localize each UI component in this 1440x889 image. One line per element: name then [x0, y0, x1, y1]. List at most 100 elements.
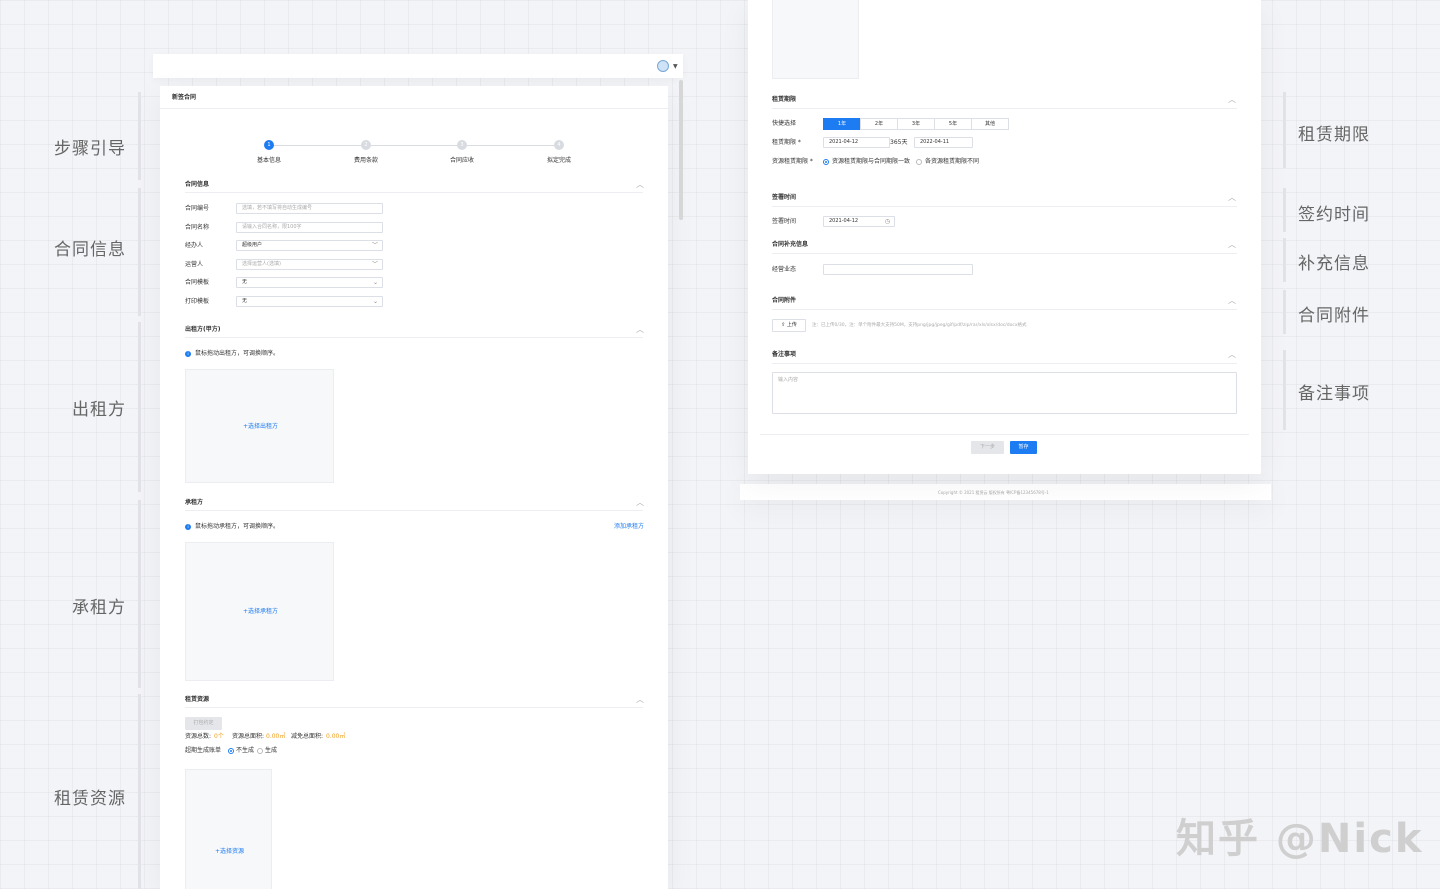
label-lessor: 出租方 [72, 400, 126, 420]
right-guide-line-4 [1283, 290, 1286, 334]
quick-option-3y[interactable]: 3年 [897, 118, 935, 130]
label-signing-time: 签约时间 [1298, 205, 1370, 225]
label-remarks: 备注事项 [1298, 384, 1370, 404]
watermark-text: 知乎 @Nick [1176, 816, 1424, 862]
chevron-down-icon: ﹀ [371, 242, 378, 249]
collapse-chevron-icon[interactable]: ︿ [1228, 94, 1236, 105]
resource-period-diff-radio[interactable] [916, 159, 922, 165]
right-guide-line-3 [1283, 238, 1286, 282]
resource-area-label: 资源总面积: [232, 733, 265, 740]
collapse-chevron-icon[interactable]: ︿ [1228, 192, 1236, 203]
label-step-guide: 步骤引导 [54, 139, 126, 159]
add-lessee-link[interactable]: 添加承租方 [614, 523, 644, 531]
step-3-dot[interactable]: 3 [457, 140, 467, 150]
pack-agreement-button[interactable]: 打包约定 [185, 717, 222, 730]
collapse-chevron-icon[interactable]: ︿ [636, 497, 644, 508]
section-divider [185, 337, 643, 338]
print-template-select[interactable]: 无 ⌄ [236, 296, 383, 307]
step-connector [467, 145, 554, 146]
quick-option-other[interactable]: 其他 [971, 118, 1009, 130]
section-divider [185, 192, 643, 193]
quick-option-2y[interactable]: 2年 [860, 118, 898, 130]
form-panel-right: 租赁期限 ︿ 快捷选择 1年 2年 3年 5年 其他 租赁期限 * 2021-0… [748, 0, 1261, 474]
chevron-down-icon: ⌄ [372, 279, 378, 286]
section-divider [772, 206, 1237, 207]
label-contract-info: 合同信息 [54, 240, 126, 260]
contract-template-select[interactable]: 无 ⌄ [236, 277, 383, 288]
remarks-textarea[interactable]: 输入内容 [772, 372, 1237, 414]
next-step-button[interactable]: 下一步 [971, 441, 1004, 454]
page-title: 新签合同 [172, 94, 197, 101]
section-title-lessee: 承租方 [185, 499, 204, 506]
overdue-yes-radio[interactable] [257, 748, 263, 754]
left-guide-line-1 [138, 92, 141, 180]
step-2-dot[interactable]: 2 [361, 140, 371, 150]
resource-drop-zone[interactable]: +选择资源 [185, 769, 272, 889]
contract-name-input[interactable]: 请输入合同名称，限100字 [236, 222, 383, 233]
lease-period-label: 租赁期限 * [772, 139, 801, 146]
business-type-label: 经营业态 [772, 266, 797, 273]
step-3-label: 合同应收 [450, 157, 475, 164]
app-topbar [153, 54, 683, 78]
resource-period-diff-label: 各资源租赁期限不同 [925, 158, 980, 165]
collapse-chevron-icon[interactable]: ︿ [636, 694, 644, 705]
upload-button[interactable]: ⇪ 上传 [772, 319, 806, 332]
print-template-value: 无 [242, 298, 248, 304]
signing-date-input[interactable]: 2021-04-12 ◷ [823, 216, 895, 227]
user-avatar-icon[interactable] [657, 60, 669, 72]
lessee-drop-zone[interactable]: +选择承租方 [185, 542, 334, 681]
collapse-chevron-icon[interactable]: ︿ [1228, 295, 1236, 306]
resource-period-same-radio[interactable] [823, 159, 829, 165]
section-title-supplement: 合同补充信息 [772, 241, 809, 248]
step-1-dot[interactable]: 1 [264, 140, 274, 150]
signing-time-label: 签署时间 [772, 218, 797, 225]
quick-option-5y[interactable]: 5年 [934, 118, 972, 130]
resource-area-value: 0.00㎡ [266, 733, 286, 740]
collapse-chevron-icon[interactable]: ︿ [1228, 349, 1236, 360]
label-lease-term: 租赁期限 [1298, 125, 1370, 145]
reduced-area-label: 减免总面积: [291, 733, 324, 740]
select-resource-link[interactable]: +选择资源 [215, 848, 244, 856]
lease-start-date-input[interactable]: 2021-04-12 [823, 137, 890, 148]
overdue-bill-label: 超期生成账单 [185, 747, 222, 754]
contract-no-input[interactable]: 选填，若不填写将自动生成编号 [236, 203, 383, 214]
chevron-down-icon[interactable]: ▼ [673, 63, 678, 70]
left-guide-line-3 [138, 322, 141, 492]
scrollbar[interactable] [679, 80, 683, 220]
section-title-contract-info: 合同信息 [185, 181, 210, 188]
section-divider [185, 707, 643, 708]
save-draft-button[interactable]: 暂存 [1010, 441, 1037, 454]
resource-card-tail [772, 0, 859, 79]
handler-select[interactable]: 超级用户 ﹀ [236, 240, 383, 251]
section-title-signing: 签署时间 [772, 194, 797, 201]
label-attachment: 合同附件 [1298, 306, 1370, 326]
field-label-contract-template: 合同模板 [185, 279, 210, 286]
section-title-lessor: 出租方(甲方) [185, 326, 221, 333]
lease-end-date-input[interactable]: 2022-04-11 [914, 137, 973, 148]
lease-days-text: 365天 [890, 139, 908, 146]
quick-option-1y[interactable]: 1年 [823, 118, 861, 130]
step-4-dot[interactable]: 4 [554, 140, 564, 150]
section-title-lease-term: 租赁期限 [772, 96, 797, 103]
lessor-hint: 鼠标拖动出租方，可调换顺序。 [195, 350, 280, 357]
step-connector [371, 145, 457, 146]
operator-select[interactable]: 选择运营人(选填) ﹀ [236, 259, 383, 270]
section-divider [772, 363, 1237, 364]
copyright-text: Copyright © 2021 租赁云 版权所有 粤ICP备12345678号… [938, 490, 1049, 495]
collapse-chevron-icon[interactable]: ︿ [636, 179, 644, 190]
attachment-note: 注：已上传0/30，注：单个附件最大支持50M，支持png/jpg/jpeg/g… [812, 323, 1027, 328]
info-icon: i [185, 524, 191, 530]
overdue-no-radio[interactable] [228, 748, 234, 754]
reduced-area-value: 0.00㎡ [326, 733, 346, 740]
field-label-contract-no: 合同编号 [185, 205, 210, 212]
collapse-chevron-icon[interactable]: ︿ [636, 324, 644, 335]
label-lessee: 承租方 [72, 598, 126, 618]
collapse-chevron-icon[interactable]: ︿ [1228, 239, 1236, 250]
select-lessor-link[interactable]: +选择出租方 [243, 423, 278, 431]
signing-date-value: 2021-04-12 [829, 218, 859, 224]
lessor-drop-zone[interactable]: +选择出租方 [185, 369, 334, 483]
business-type-input[interactable] [823, 264, 973, 275]
upload-button-label: 上传 [786, 322, 797, 328]
select-lessee-link[interactable]: +选择承租方 [243, 608, 278, 616]
overdue-no-label: 不生成 [236, 747, 255, 754]
